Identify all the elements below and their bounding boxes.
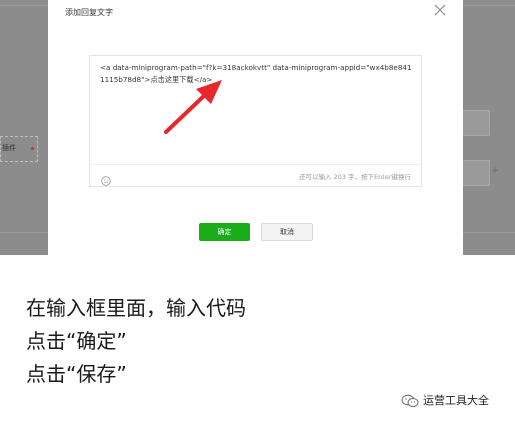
dialog-title: 添加回复文字 — [65, 8, 113, 17]
background-required-dot — [31, 147, 34, 150]
instruction-list: 在输入框里面，输入代码 点击“确定” 点击“保存” — [26, 292, 246, 391]
instruction-step: 点击“确定” — [26, 329, 127, 353]
wechat-icon — [401, 393, 419, 407]
emoji-icon[interactable] — [101, 171, 111, 186]
brand-watermark: 运营工具大全 — [401, 392, 489, 408]
close-icon[interactable] — [432, 2, 448, 18]
confirm-button[interactable]: 确定 — [199, 223, 250, 241]
background-plus-icon: + — [491, 166, 499, 176]
background-plugin-label: 插件 — [2, 144, 16, 152]
screenshot-area: 插件 + 添加回复文字 <a data-miniprogram-path="f?… — [0, 0, 515, 255]
reply-text-editor[interactable]: <a data-miniprogram-path="f?k=318ackokvt… — [89, 55, 422, 187]
editor-footer: 还可以输入 203 字，按下Enter键换行 — [90, 164, 421, 187]
add-reply-text-dialog: 添加回复文字 <a data-miniprogram-path="f?k=318… — [48, 0, 463, 255]
char-count-hint: 还可以输入 203 字，按下Enter键换行 — [299, 173, 411, 181]
background-input-box — [462, 110, 490, 136]
background-input-box — [462, 160, 490, 186]
brand-name: 运营工具大全 — [423, 394, 489, 407]
instruction-step: 点击“保存” — [26, 362, 127, 386]
editor-content[interactable]: <a data-miniprogram-path="f?k=318ackokvt… — [100, 62, 415, 86]
cancel-button[interactable]: 取消 — [261, 223, 313, 241]
instruction-step: 在输入框里面，输入代码 — [26, 296, 246, 320]
